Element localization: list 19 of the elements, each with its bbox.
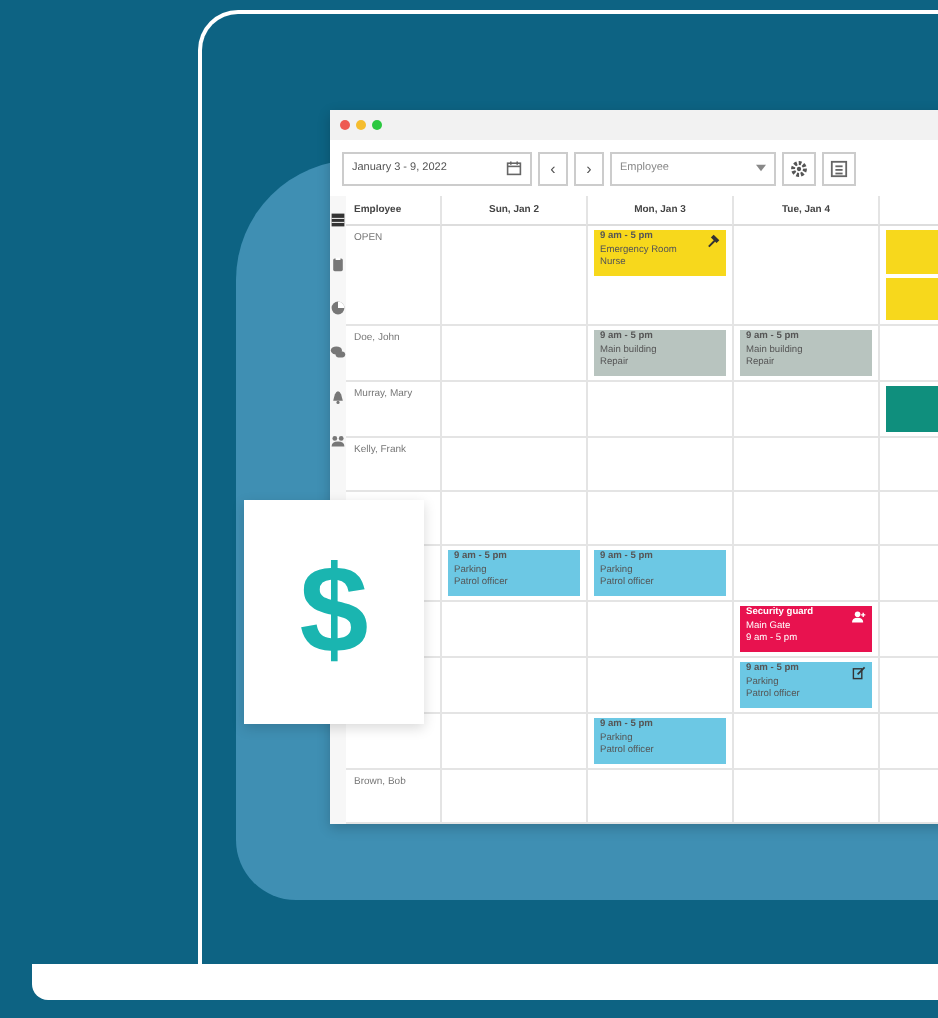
grid-icon[interactable] [330, 212, 346, 228]
bell-icon[interactable] [330, 388, 346, 404]
person-add-icon [852, 610, 866, 624]
people-icon[interactable] [330, 432, 346, 448]
list-button[interactable] [822, 151, 856, 185]
clipboard-icon[interactable] [330, 256, 346, 272]
pie-chart-icon[interactable] [330, 300, 346, 316]
gear-icon [790, 159, 808, 177]
list-icon [830, 159, 848, 177]
calendar-icon [506, 160, 522, 176]
previous-button[interactable]: ‹ [538, 151, 568, 185]
chat-icon[interactable] [330, 344, 346, 360]
caret-icon [756, 164, 766, 172]
dollar-symbol: $ [299, 550, 369, 674]
next-button[interactable]: › [574, 151, 604, 185]
edit-icon [852, 666, 866, 680]
hammer-icon [706, 234, 720, 248]
settings-button[interactable] [782, 151, 816, 185]
window-control[interactable] [340, 120, 350, 130]
